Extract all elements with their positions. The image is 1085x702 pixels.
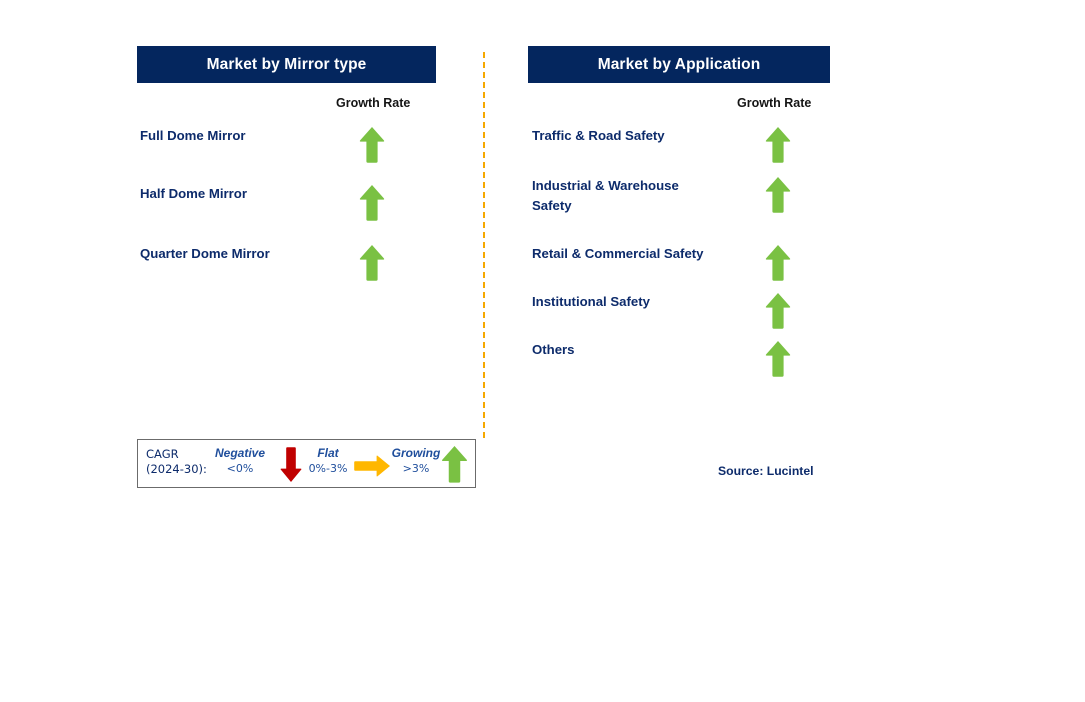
- row-label: Quarter Dome Mirror: [140, 246, 270, 261]
- panel-title-application: Market by Application: [528, 46, 830, 83]
- arrow-up-icon: [359, 184, 385, 222]
- row-label: Traffic & Road Safety: [532, 128, 665, 143]
- row-full-dome-mirror: Full Dome Mirror: [140, 126, 440, 170]
- legend-item-value: <0%: [226, 462, 254, 475]
- arrow-up-icon: [765, 340, 791, 378]
- row-label: Industrial & Warehouse Safety: [532, 178, 679, 213]
- legend-item-value: >3%: [402, 462, 430, 475]
- legend-cagr-label: CAGR (2024-30):: [146, 447, 207, 477]
- panel-market-by-application: Market by Application Growth Rate Traffi…: [485, 0, 1085, 702]
- legend-cagr-line1: CAGR: [146, 447, 179, 461]
- source-note: Source: Lucintel: [718, 464, 814, 478]
- arrow-up-icon: [765, 244, 791, 282]
- legend-item-title: Negative: [214, 446, 266, 460]
- legend-item-flat: Flat 0%-3%: [300, 445, 356, 477]
- row-institutional-safety: Institutional Safety: [532, 292, 842, 336]
- column-header-growth-rate-application: Growth Rate: [737, 96, 812, 110]
- row-label: Institutional Safety: [532, 294, 650, 309]
- row-half-dome-mirror: Half Dome Mirror: [140, 184, 440, 228]
- row-label: Half Dome Mirror: [140, 186, 247, 201]
- arrow-up-icon: [765, 126, 791, 164]
- row-label: Full Dome Mirror: [140, 128, 246, 143]
- arrow-up-icon: [765, 292, 791, 330]
- column-header-growth-rate-mirror: Growth Rate: [336, 96, 411, 110]
- row-quarter-dome-mirror: Quarter Dome Mirror: [140, 244, 440, 288]
- legend-cagr-box: CAGR (2024-30): Negative <0% Flat 0%-3% …: [137, 439, 476, 488]
- panel-title-mirror-type: Market by Mirror type: [137, 46, 436, 83]
- arrow-up-icon: [441, 445, 468, 489]
- row-industrial-warehouse-safety: Industrial & Warehouse Safety: [532, 176, 842, 220]
- row-retail-commercial-safety: Retail & Commercial Safety: [532, 244, 842, 288]
- legend-item-title: Flat: [317, 446, 339, 460]
- arrow-up-icon: [765, 176, 791, 214]
- panel-market-by-mirror-type: Market by Mirror type Growth Rate Full D…: [0, 0, 485, 702]
- legend-item-value: 0%-3%: [308, 462, 348, 475]
- row-label: Retail & Commercial Safety: [532, 246, 704, 261]
- arrow-up-icon: [359, 244, 385, 282]
- row-label: Others: [532, 342, 575, 357]
- legend-cagr-line2: (2024-30):: [146, 462, 207, 476]
- legend-item-growing: Growing >3%: [383, 445, 449, 477]
- arrow-down-icon: [280, 446, 302, 488]
- legend-item-title: Growing: [391, 446, 441, 460]
- row-others: Others: [532, 340, 842, 384]
- legend-item-negative: Negative <0%: [208, 445, 272, 477]
- row-traffic-road-safety: Traffic & Road Safety: [532, 126, 842, 170]
- arrow-up-icon: [359, 126, 385, 164]
